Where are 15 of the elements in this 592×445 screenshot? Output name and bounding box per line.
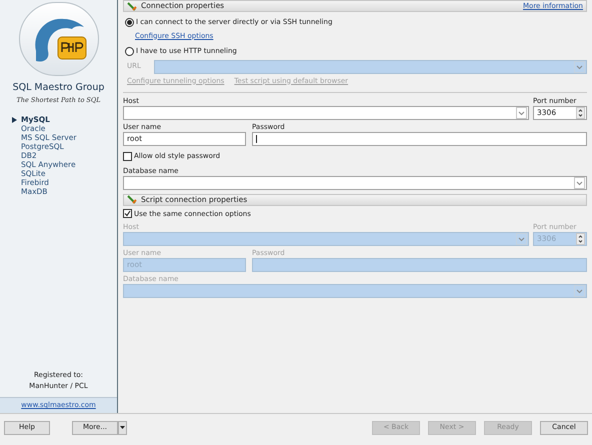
text-field[interactable] [252,132,587,146]
wrench-icon [127,2,137,10]
radio-button[interactable] [125,18,134,27]
spinner-arrows-icon[interactable] [576,107,585,119]
checkbox[interactable] [123,152,132,161]
company-name: SQL Maestro Group [12,81,106,95]
text-cursor [256,135,257,144]
pointer-icon [12,116,17,122]
wrench-icon [127,195,137,204]
checkbox[interactable] [123,209,132,218]
dropdown-button[interactable] [118,420,127,434]
combo-box[interactable] [123,106,529,120]
radio-button[interactable] [125,46,134,56]
combo-box[interactable] [123,176,587,190]
caret-icon [120,426,125,429]
